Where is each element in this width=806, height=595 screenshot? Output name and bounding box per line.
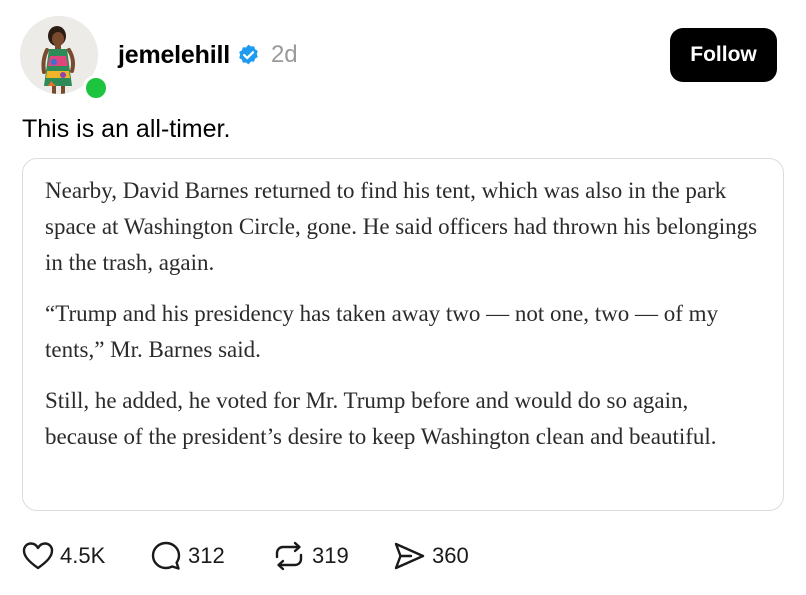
repost-count: 319 [312,543,349,568]
share-count: 360 [432,543,469,568]
like-button[interactable]: 4.5K [22,541,150,571]
post-header: jemelehill 2d [118,38,298,72]
post-caption: This is an all-timer. [22,115,231,143]
comment-bubble-icon [151,541,181,570]
like-count: 4.5K [60,543,106,568]
online-status-indicator [83,75,109,101]
avatar[interactable] [20,16,109,101]
follow-button[interactable]: Follow [670,28,777,82]
heart-icon [22,542,54,570]
repost-icon [275,541,303,571]
author-username[interactable]: jemelehill [118,41,230,70]
quote-paragraph: Still, he added, he voted for Mr. Trump … [45,388,717,449]
send-icon [394,542,425,570]
threads-post: jemelehill 2d Follow This is an all-time… [0,0,806,595]
repost-button[interactable]: 319 [272,540,392,572]
quote-paragraph: “Trump and his presidency has taken away… [45,301,719,362]
quote-paragraph: Nearby, David Barnes returned to find hi… [45,178,758,275]
comment-button[interactable]: 312 [150,540,272,572]
quoted-text-image[interactable]: Nearby, David Barnes returned to find hi… [22,158,784,511]
comment-count: 312 [188,543,225,568]
post-timestamp: 2d [270,41,298,68]
share-button[interactable]: 360 [392,540,492,572]
verified-badge-icon [236,43,261,68]
post-actions: 4.5K 312 319 360 [22,536,492,576]
